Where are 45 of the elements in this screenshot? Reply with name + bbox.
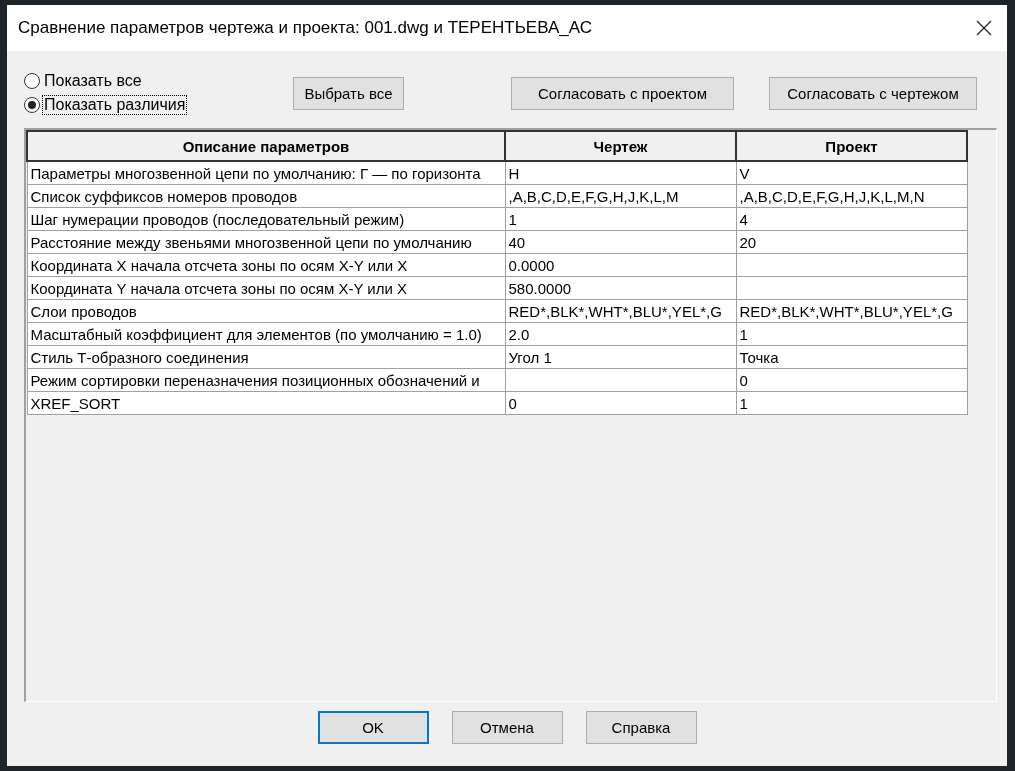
table-cell: ,A,B,C,D,E,F,G,H,J,K,L,M,N bbox=[736, 184, 967, 208]
toolbar-button[interactable]: Согласовать с чертежом bbox=[769, 77, 977, 110]
table-cell: 0 bbox=[736, 368, 967, 392]
table-cell: H bbox=[505, 161, 736, 185]
toolbar-button[interactable]: Выбрать все bbox=[293, 77, 404, 110]
table-cell: 1 bbox=[736, 322, 967, 346]
table-cell: Точка bbox=[736, 345, 967, 369]
table-cell: RED*,BLK*,WHT*,BLU*,YEL*,G bbox=[505, 299, 736, 323]
radio-button[interactable] bbox=[24, 73, 40, 89]
window-title: Сравнение параметров чертежа и проекта: 001.dwg и ТЕРЕНТЬЕВА_АС bbox=[18, 18, 592, 38]
table-cell: 0.0000 bbox=[505, 253, 736, 277]
table-cell: RED*,BLK*,WHT*,BLU*,YEL*,G bbox=[736, 299, 967, 323]
table-cell: 40 bbox=[505, 230, 736, 254]
table-cell: Координата Y начала отсчета зоны по осям X-Y или X bbox=[27, 276, 505, 300]
dialog-button[interactable]: Отмена bbox=[451, 711, 563, 744]
table-cell: 1 bbox=[736, 391, 967, 415]
table-cell: Режим сортировки переназначения позиционных обозначений и bbox=[27, 368, 505, 392]
table-cell: 20 bbox=[736, 230, 967, 254]
table-cell: Стиль Т-образного соединения bbox=[27, 345, 505, 369]
table-cell: Расстояние между звеньями многозвенной цепи по умолчанию bbox=[27, 230, 505, 254]
close-icon bbox=[976, 20, 992, 36]
table-cell: Шаг нумерации проводов (последовательный режим) bbox=[27, 207, 505, 231]
table-cell: V bbox=[736, 161, 967, 185]
radio-label[interactable]: Показать различия bbox=[42, 95, 188, 115]
radio-label[interactable]: Показать все bbox=[42, 71, 144, 91]
column-header: Проект bbox=[736, 131, 967, 161]
table-cell: Координата X начала отсчета зоны по осям X-Y или X bbox=[27, 253, 505, 277]
column-header: Чертеж bbox=[505, 131, 736, 161]
table-cell: Угол 1 bbox=[505, 345, 736, 369]
column-header: Описание параметров bbox=[27, 131, 505, 161]
table-cell: XREF_SORT bbox=[27, 391, 505, 415]
table-cell: 2.0 bbox=[505, 322, 736, 346]
table-cell: Параметры многозвенной цепи по умолчанию: Г — по горизонта bbox=[27, 161, 505, 185]
table-cell: Слои проводов bbox=[27, 299, 505, 323]
table-cell: Список суффиксов номеров проводов bbox=[27, 184, 505, 208]
table-cell: ,A,B,C,D,E,F,G,H,J,K,L,M bbox=[505, 184, 736, 208]
dialog-button[interactable]: OK bbox=[317, 711, 429, 744]
table-cell: 1 bbox=[505, 207, 736, 231]
toolbar-button[interactable]: Согласовать с проектом bbox=[511, 77, 734, 110]
table-cell: 580.0000 bbox=[505, 276, 736, 300]
radio-button[interactable] bbox=[24, 97, 40, 113]
table-cell: 4 bbox=[736, 207, 967, 231]
table-cell: Масштабный коэффициент для элементов (по умолчанию = 1.0) bbox=[27, 322, 505, 346]
dialog-button[interactable]: Справка bbox=[585, 711, 697, 744]
table-cell: 0 bbox=[505, 391, 736, 415]
